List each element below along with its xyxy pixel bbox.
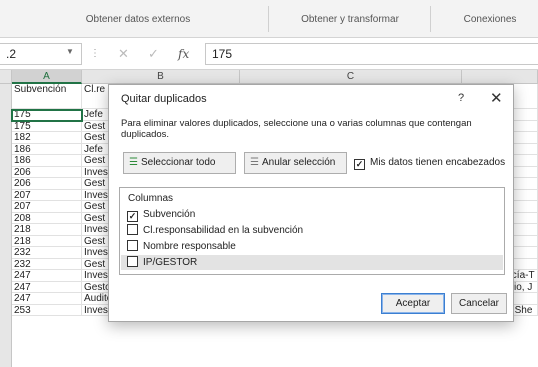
headers-checkbox[interactable]: ✓ Mis datos tienen encabezados: [354, 157, 505, 170]
formula-bar: .2 ▼ ⋮ ✕ ✓ fx 175: [0, 38, 538, 70]
column-header-a[interactable]: A: [12, 70, 82, 84]
ribbon-group-external-data[interactable]: Obtener datos externos: [38, 14, 238, 25]
cancel-x-icon[interactable]: ✕: [118, 46, 129, 62]
table-cell[interactable]: 207: [12, 189, 82, 201]
table-cell[interactable]: 207: [12, 201, 82, 213]
column-option-label: Nombre responsable: [143, 241, 236, 252]
help-icon[interactable]: ?: [458, 92, 464, 104]
table-cell[interactable]: 206: [12, 166, 82, 178]
table-cell[interactable]: 206: [12, 178, 82, 190]
active-cell-border: [11, 109, 83, 122]
table-cell[interactable]: 253: [12, 304, 82, 316]
checkbox-unchecked-icon[interactable]: [127, 240, 138, 251]
select-all-icon: ☰: [129, 157, 138, 168]
unselect-all-label: Anular selección: [261, 157, 336, 168]
column-option-ip-gestor[interactable]: IP/GESTOR: [121, 255, 503, 270]
unselect-all-button[interactable]: ☰ Anular selección: [244, 152, 347, 174]
table-cell[interactable]: 218: [12, 224, 82, 236]
table-cell[interactable]: 232: [12, 258, 82, 270]
chevron-down-icon[interactable]: ▼: [66, 47, 74, 56]
row-headers[interactable]: [0, 84, 12, 367]
column-option-responsabilidad[interactable]: Cl.responsabilidad en la subvención: [121, 223, 503, 238]
table-cell[interactable]: 247: [12, 281, 82, 293]
table-cell[interactable]: 247: [12, 293, 82, 305]
formula-input[interactable]: 175: [205, 43, 538, 65]
table-cell[interactable]: 182: [12, 132, 82, 144]
table-cell[interactable]: 218: [12, 235, 82, 247]
column-header-b[interactable]: B: [82, 70, 240, 84]
column-option-label: Subvención: [143, 209, 196, 220]
close-icon[interactable]: ✕: [490, 89, 503, 107]
ribbon-separator: [430, 6, 431, 32]
select-all-button[interactable]: ☰ Seleccionar todo: [123, 152, 236, 174]
name-box-value: .2: [6, 47, 17, 61]
unselect-all-icon: ☰: [250, 157, 259, 168]
header-cell[interactable]: Subvención: [12, 84, 82, 109]
column-header-d[interactable]: [462, 70, 538, 84]
column-option-label: Cl.responsabilidad en la subvención: [143, 225, 304, 236]
formula-value: 175: [212, 47, 233, 61]
ribbon-group-transform[interactable]: Obtener y transformar: [275, 14, 425, 25]
confirm-check-icon[interactable]: ✓: [148, 46, 159, 62]
cancel-button[interactable]: Cancelar: [451, 293, 507, 314]
drag-handle-icon[interactable]: ⋮: [90, 48, 100, 59]
table-cell[interactable]: 232: [12, 247, 82, 259]
ribbon-group-connections[interactable]: Conexiones: [442, 14, 538, 25]
column-header-c[interactable]: C: [240, 70, 462, 84]
table-cell[interactable]: 186: [12, 143, 82, 155]
ok-button[interactable]: Aceptar: [381, 293, 445, 314]
columns-list: Columnas ✓ Subvención Cl.responsabilidad …: [119, 187, 505, 275]
ribbon-separator: [268, 6, 269, 32]
checkbox-unchecked-icon[interactable]: [127, 224, 138, 235]
checkbox-checked-icon: ✓: [354, 159, 365, 170]
columns-list-header: Columnas: [128, 193, 174, 204]
select-all-label: Seleccionar todo: [140, 157, 216, 168]
table-cell[interactable]: 175: [12, 120, 82, 132]
ribbon: Obtener datos externos Obtener y transfo…: [0, 0, 538, 38]
checkbox-checked-icon[interactable]: ✓: [127, 211, 138, 222]
headers-checkbox-label: Mis datos tienen encabezados: [370, 157, 506, 168]
dialog-title: Quitar duplicados: [121, 93, 207, 105]
table-cell[interactable]: 208: [12, 212, 82, 224]
table-cell[interactable]: 186: [12, 155, 82, 167]
column-option-subvencion[interactable]: ✓ Subvención: [121, 207, 503, 222]
checkbox-unchecked-icon[interactable]: [127, 256, 138, 267]
table-cell[interactable]: 247: [12, 270, 82, 282]
dialog-instruction: Para eliminar valores duplicados, selecc…: [121, 118, 472, 140]
fx-icon[interactable]: fx: [178, 47, 189, 61]
select-all-corner[interactable]: [0, 70, 12, 84]
column-option-nombre[interactable]: Nombre responsable: [121, 239, 503, 254]
remove-duplicates-dialog: Quitar duplicados ? ✕ Para eliminar valo…: [108, 84, 514, 322]
column-option-label: IP/GESTOR: [143, 257, 198, 268]
